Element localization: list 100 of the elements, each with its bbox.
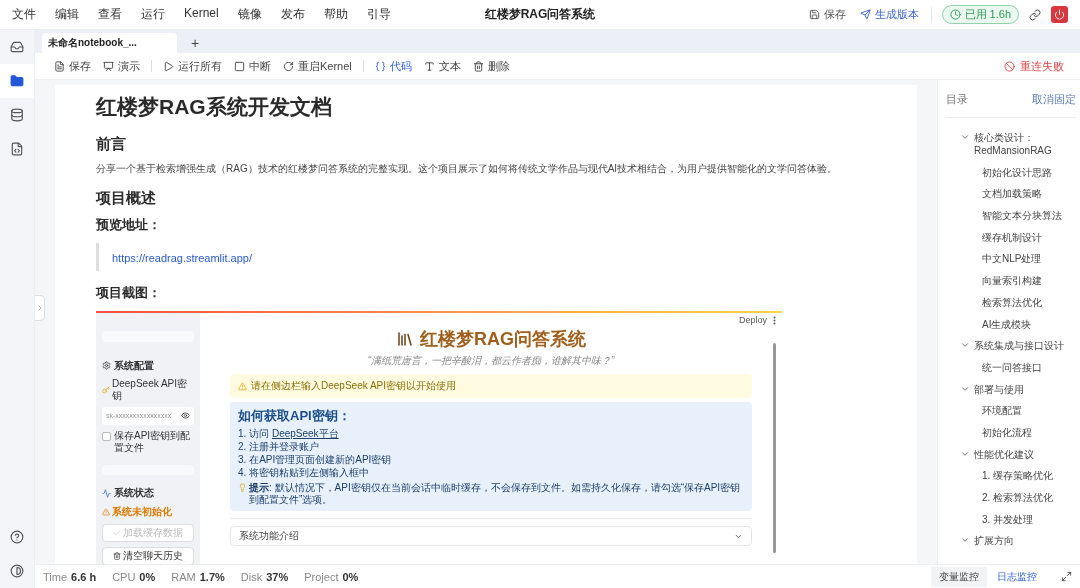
- toc-item[interactable]: 智能文本分块算法: [946, 209, 1076, 223]
- text-icon: [423, 60, 435, 72]
- document-title: 红楼梦RAG系统开发文档: [96, 94, 333, 120]
- save-button[interactable]: 保存: [806, 7, 848, 22]
- toc-item[interactable]: 中文NLP处理: [946, 252, 1076, 266]
- restart-kernel-button[interactable]: 重启Kernel: [280, 58, 355, 74]
- save-key-label: 保存API密钥到配置文件: [114, 429, 192, 454]
- menu-item[interactable]: 发布: [280, 6, 305, 23]
- status-heading: 系统状态: [114, 486, 154, 501]
- toc-item[interactable]: 初始化流程: [946, 425, 1076, 439]
- text-cell-button[interactable]: 文本: [420, 58, 464, 74]
- contrast-icon: [10, 564, 24, 578]
- deploy-button[interactable]: Deploy: [739, 315, 767, 325]
- power-button[interactable]: [1051, 6, 1068, 23]
- toc-item[interactable]: 部署与使用: [946, 382, 1076, 396]
- present-button[interactable]: 演示: [100, 58, 143, 74]
- link-icon[interactable]: [1029, 8, 1041, 21]
- toc-item[interactable]: 向量索引构建: [946, 274, 1076, 288]
- key-icon: [102, 385, 110, 394]
- section-heading: 项目概述: [96, 189, 157, 208]
- eye-icon[interactable]: [181, 411, 190, 421]
- presentation-icon: [103, 60, 114, 72]
- step-item: 2. 注册并登录账户: [238, 441, 321, 453]
- power-icon: [1054, 9, 1065, 20]
- delete-button[interactable]: 删除: [469, 58, 513, 74]
- menu-item[interactable]: 镜像: [237, 6, 262, 23]
- publish-version-button[interactable]: 生成版本: [857, 7, 921, 22]
- trash-icon: [113, 552, 121, 561]
- api-key-label: DeepSeek API密钥: [112, 377, 189, 402]
- help-icon: [10, 530, 24, 544]
- save-key-checkbox[interactable]: [102, 431, 111, 441]
- menu-item[interactable]: Kernel: [184, 6, 219, 23]
- toc-item[interactable]: 检索算法优化: [946, 295, 1076, 309]
- more-icon[interactable]: [773, 315, 776, 325]
- paragraph: 分享一个基于检索增强生成（RAG）技术的红楼梦问答系统的完整实现。这个项目展示了如何将传统文学作品与现代AI技术相结合，为用户提供智能化的文学问答体验。: [96, 162, 839, 175]
- code-file-icon: [10, 142, 24, 156]
- toc-item[interactable]: 扩展方向: [946, 534, 1076, 548]
- platform-link[interactable]: DeepSeek平台: [271, 428, 339, 439]
- config-heading: 系统配置: [114, 358, 154, 373]
- menu-item[interactable]: 文件: [12, 6, 36, 23]
- app-quote: “满纸荒唐言，一把辛酸泪，都云作者痴，谁解其中味？”: [366, 354, 616, 368]
- monitor-tab[interactable]: 变量监控: [931, 566, 987, 587]
- save-button[interactable]: 保存: [51, 58, 94, 74]
- toc-item[interactable]: 性能优化建议: [946, 447, 1076, 461]
- step-item: 3. 在API管理页面创建新的API密钥: [238, 454, 393, 466]
- status-metric: Project 0%: [304, 570, 359, 583]
- square-icon: [234, 60, 245, 72]
- warning-icon: [102, 508, 110, 517]
- toc-item[interactable]: 2. 检索算法优化: [946, 491, 1076, 504]
- restart-icon: [283, 60, 294, 72]
- file-icon: [54, 60, 65, 72]
- menu-item[interactable]: 编辑: [55, 6, 79, 23]
- collapse-handle[interactable]: [35, 295, 45, 321]
- toc-item[interactable]: 统一问答接口: [946, 360, 1076, 374]
- toc-title: 目录: [946, 92, 968, 107]
- menu-item[interactable]: 运行: [141, 6, 165, 23]
- window-title: 红楼梦RAG问答系统: [484, 6, 596, 23]
- send-icon: [859, 9, 871, 20]
- toc-item[interactable]: 初始化设计思路: [946, 165, 1076, 179]
- lightbulb-icon: [238, 483, 247, 492]
- fullscreen-icon[interactable]: [1061, 571, 1072, 582]
- status-metric: RAM 1.7%: [171, 570, 225, 583]
- subsection-heading: 项目截图：: [96, 284, 162, 302]
- toc-item[interactable]: 文档加载策略: [946, 187, 1076, 201]
- tip-text: 提示: 默认情况下，API密钥仅在当前会话中临时缓存，不会保存到文件。如需持久化保存，请勾选“保存API密钥到配置文件”选项。: [249, 482, 742, 506]
- toc-item[interactable]: AI生成模块: [946, 317, 1076, 331]
- subsection-heading: 预览地址：: [96, 216, 162, 234]
- preview-link[interactable]: https://readrag.streamlit.app/: [112, 252, 252, 264]
- menu-item[interactable]: 引导: [366, 6, 391, 23]
- status-metric: CPU 0%: [112, 570, 156, 583]
- chevron-down-icon: [960, 132, 970, 142]
- books-icon: [396, 330, 414, 348]
- new-tab-button[interactable]: +: [186, 33, 204, 53]
- toc-item[interactable]: 1. 缓存策略优化: [946, 469, 1076, 483]
- clock-icon: [949, 9, 961, 20]
- toc-item[interactable]: 3. 并发处理: [946, 512, 1076, 526]
- unpin-button[interactable]: 取消固定: [1032, 92, 1076, 107]
- status-metric: Time 6.6 h: [43, 570, 97, 583]
- toc-item[interactable]: 核心类设计：RedMansionRAG: [946, 131, 1076, 157]
- info-title: 如何获取API密钥：: [238, 407, 352, 425]
- toc-item[interactable]: 缓存机制设计: [946, 230, 1076, 244]
- toc-item[interactable]: 系统集成与接口设计: [946, 339, 1076, 353]
- menu-item[interactable]: 查看: [98, 6, 122, 23]
- code-cell-button[interactable]: 代码: [371, 58, 415, 74]
- usage-badge: 已用 1.6h: [941, 5, 1019, 24]
- app-title: 红楼梦RAG问答系统: [420, 328, 586, 351]
- step-item: 4. 将密钥粘贴到左侧输入框中: [238, 467, 371, 479]
- interrupt-button[interactable]: 中断: [231, 58, 274, 74]
- database-icon: [10, 108, 24, 122]
- check-icon: [113, 529, 121, 538]
- rail-button[interactable]: [0, 64, 34, 98]
- notebook-tab[interactable]: 未命名notebook_...: [42, 33, 177, 53]
- clear-history-button[interactable]: 清空聊天历史: [102, 547, 194, 564]
- menu-item[interactable]: 帮助: [323, 6, 348, 23]
- gear-icon: [102, 361, 111, 371]
- run-all-button[interactable]: 运行所有: [160, 58, 225, 74]
- features-expander[interactable]: 系统功能介绍: [230, 526, 752, 546]
- braces-icon: [374, 60, 386, 72]
- toc-item[interactable]: 环境配置: [946, 404, 1076, 418]
- ban-icon: [1004, 60, 1015, 72]
